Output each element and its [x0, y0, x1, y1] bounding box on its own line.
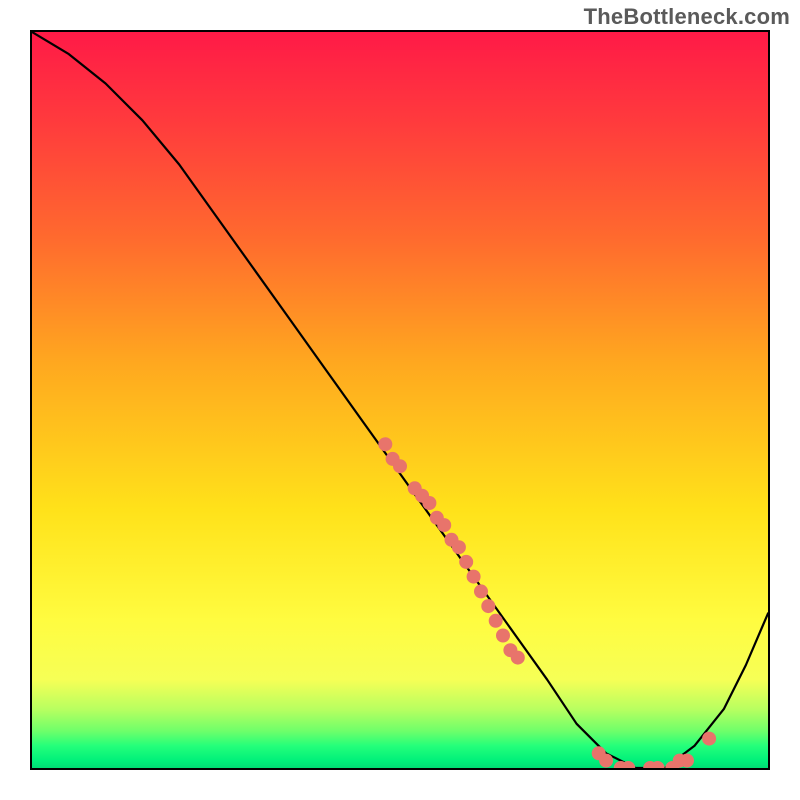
- chart-svg: [32, 32, 768, 768]
- data-point: [481, 599, 495, 613]
- data-point: [378, 437, 392, 451]
- data-point: [422, 496, 436, 510]
- data-point: [680, 754, 694, 768]
- data-point: [489, 614, 503, 628]
- data-point: [459, 555, 473, 569]
- plot-area: [30, 30, 770, 770]
- data-point: [702, 732, 716, 746]
- data-point: [496, 629, 510, 643]
- data-points-layer: [378, 437, 716, 768]
- data-point: [467, 570, 481, 584]
- data-point: [474, 584, 488, 598]
- chart-frame: TheBottleneck.com: [0, 0, 800, 800]
- data-point: [393, 459, 407, 473]
- data-point: [452, 540, 466, 554]
- data-point: [599, 754, 613, 768]
- data-point: [511, 651, 525, 665]
- data-point: [437, 518, 451, 532]
- bottleneck-curve: [32, 32, 768, 768]
- watermark-text: TheBottleneck.com: [584, 4, 790, 30]
